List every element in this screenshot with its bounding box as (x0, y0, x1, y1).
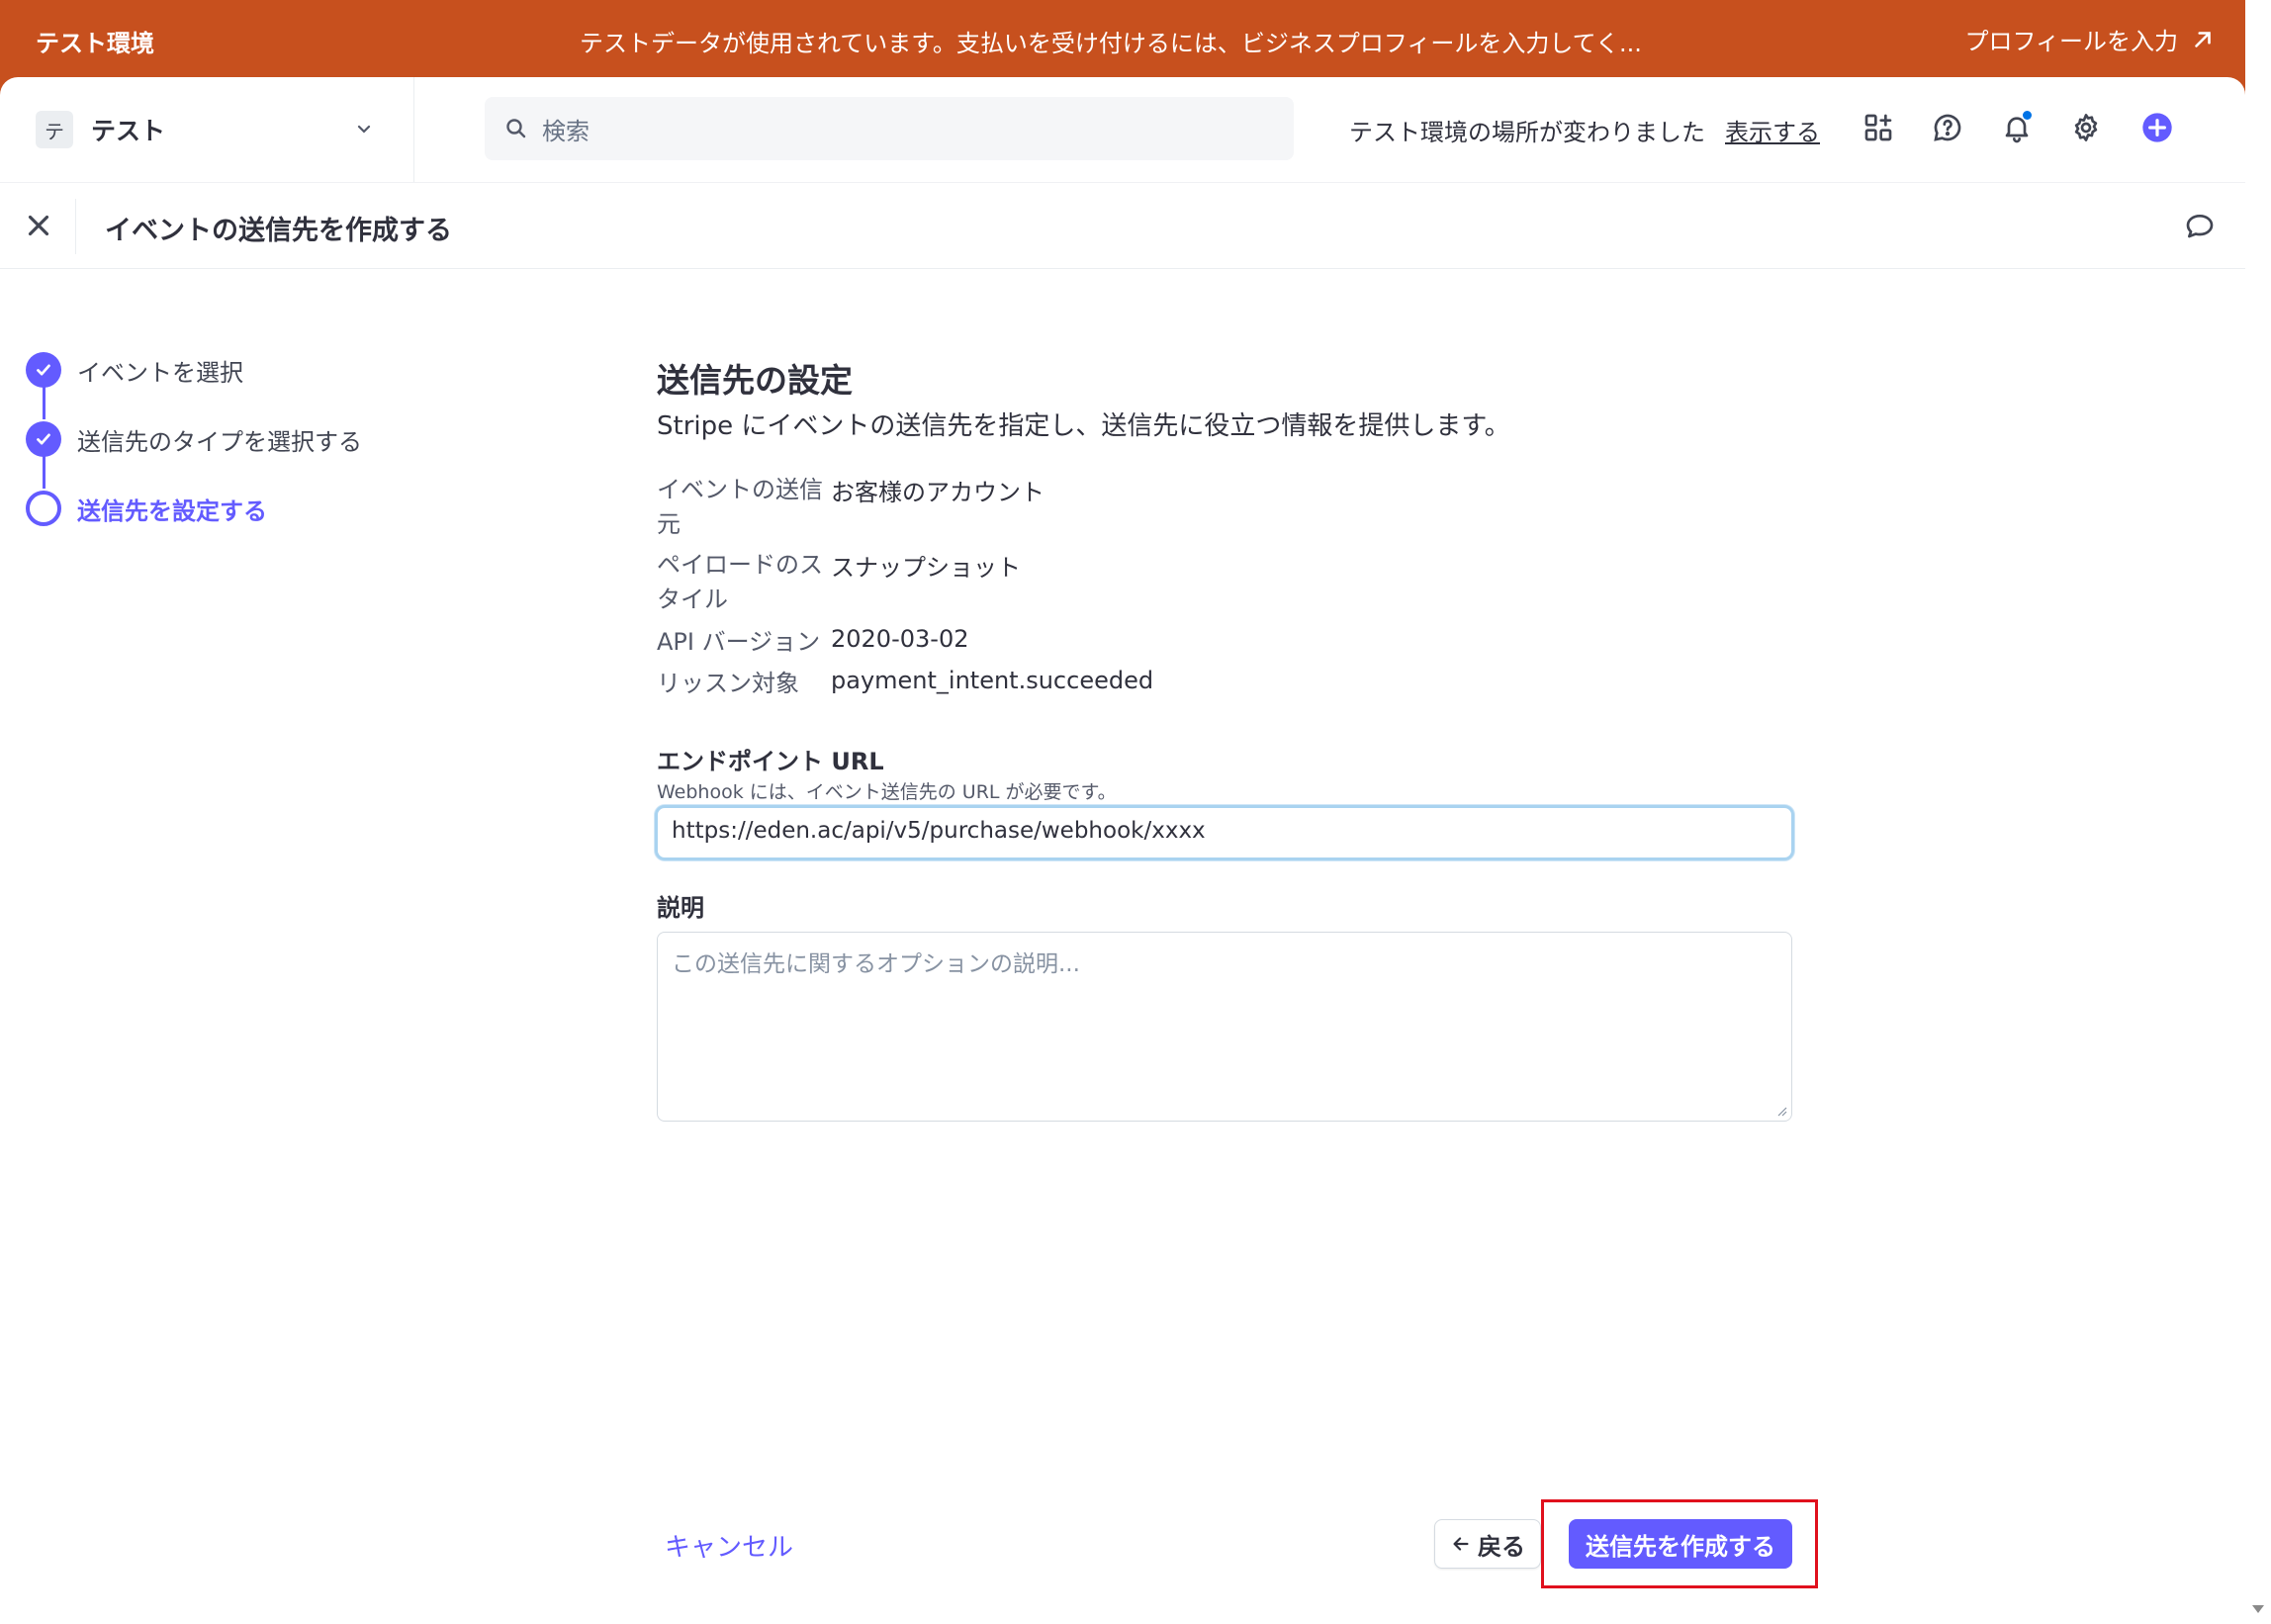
step-select-destination-type[interactable]: 送信先のタイプを選択する (26, 421, 362, 457)
step-connector (43, 455, 45, 489)
endpoint-url-help: Webhook には、イベント送信先の URL が必要です。 (657, 781, 1117, 803)
show-environment-link[interactable]: 表示する (1725, 113, 1820, 147)
detail-label-listening-to: リッスン対象 (657, 670, 799, 697)
detail-value-event-source: お客様のアカウント (831, 479, 1045, 506)
settings-button[interactable] (2067, 109, 2105, 146)
feedback-icon[interactable] (2184, 211, 2216, 242)
search-placeholder: 検索 (542, 117, 590, 145)
resize-handle-icon[interactable] (1775, 1105, 1787, 1117)
cancel-link[interactable]: キャンセル (665, 1527, 793, 1564)
banner-title: テスト環境 (36, 30, 154, 57)
step-select-events[interactable]: イベントを選択 (26, 352, 243, 388)
notifications-button[interactable] (1998, 109, 2036, 146)
detail-value-payload-style: スナップショット (831, 554, 1021, 582)
help-icon (1934, 114, 1961, 141)
search-input[interactable]: 検索 (485, 97, 1294, 160)
enter-profile-link[interactable]: プロフィールを入力 (1964, 22, 2216, 56)
detail-label-payload-style: ペイロードのスタイル (657, 551, 823, 613)
account-name: テスト (91, 117, 166, 145)
detail-value-listening-to: payment_intent.succeeded (831, 667, 1154, 694)
step-label: 送信先のタイプを選択する (77, 427, 362, 456)
description-placeholder: この送信先に関するオプションの説明... (672, 951, 1080, 977)
search-icon (506, 119, 526, 138)
close-icon[interactable] (22, 209, 55, 242)
create-new-button[interactable] (2138, 109, 2176, 146)
plus-circle-icon (2142, 113, 2172, 142)
create-destination-button[interactable]: 送信先を作成する (1569, 1519, 1792, 1569)
page-scrollbar[interactable] (2245, 0, 2271, 1624)
arrow-up-right-icon (2195, 31, 2211, 47)
subheader-divider (75, 199, 76, 254)
checkmark-icon (37, 433, 50, 445)
account-switcher[interactable]: テ テスト (36, 107, 376, 152)
account-avatar: テ (36, 111, 73, 148)
chevron-down-icon (357, 125, 371, 134)
step-done-marker (26, 421, 61, 457)
checkmark-icon (37, 364, 50, 376)
notification-dot (2023, 111, 2032, 120)
banner-message: テストデータが使用されています。支払いを受け付けるには、ビジネスプロフィールを入… (580, 30, 1642, 57)
description-textarea[interactable]: この送信先に関するオプションの説明... (657, 932, 1792, 1122)
environment-note: テスト環境の場所が変わりました (1349, 119, 1705, 146)
test-mode-banner: テスト環境 テストデータが使用されています。支払いを受け付けるには、ビジネスプロ… (0, 0, 2245, 77)
description-label: 説明 (657, 894, 704, 922)
back-button-label: 戻る (1478, 1532, 1525, 1561)
top-header: テ テスト 検索 テスト環境の場所が変わりました 表示する (0, 77, 2245, 182)
step-label: イベントを選択 (77, 358, 243, 387)
arrow-left-icon (1453, 1537, 1469, 1551)
form-title: 送信先の設定 (657, 361, 853, 400)
page-subheader: イベントの送信先を作成する (0, 182, 2245, 269)
form-subtitle: Stripe にイベントの送信先を指定し、送信先に役立つ情報を提供します。 (657, 411, 1510, 441)
step-current-marker (26, 491, 61, 526)
step-done-marker (26, 352, 61, 388)
scroll-down-arrow-icon[interactable] (2249, 1602, 2267, 1616)
apps-button[interactable] (1860, 109, 1897, 146)
header-divider (413, 77, 414, 182)
detail-label-api-version: API バージョン (657, 628, 821, 656)
step-configure-destination[interactable]: 送信先を設定する (26, 491, 267, 526)
page-title: イベントの送信先を作成する (105, 216, 452, 246)
gear-icon (2074, 114, 2098, 141)
apps-icon (1864, 114, 1892, 141)
enter-profile-label: プロフィールを入力 (1964, 28, 2178, 55)
detail-label-event-source: イベントの送信元 (657, 476, 823, 538)
back-button[interactable]: 戻る (1434, 1519, 1541, 1569)
endpoint-url-input[interactable]: https://eden.ac/api/v5/purchase/webhook/… (655, 805, 1794, 860)
step-connector (43, 386, 45, 419)
endpoint-url-label: エンドポイント URL (657, 748, 884, 775)
detail-value-api-version: 2020-03-02 (831, 625, 969, 653)
help-button[interactable] (1929, 109, 1966, 146)
step-label: 送信先を設定する (77, 496, 267, 525)
